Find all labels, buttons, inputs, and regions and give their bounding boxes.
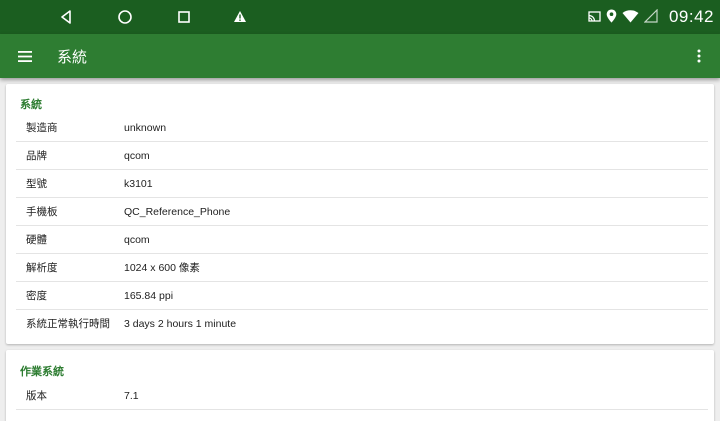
info-row-brand[interactable]: 品牌 qcom — [16, 142, 708, 170]
warning-icon — [228, 5, 252, 29]
info-row-board[interactable]: 手機板 QC_Reference_Phone — [16, 198, 708, 226]
row-value: 3 days 2 hours 1 minute — [124, 318, 237, 330]
section-title-os: 作業系統 — [20, 365, 64, 378]
page-title: 系統 — [57, 48, 88, 66]
row-value: qcom — [124, 150, 150, 162]
recents-icon[interactable] — [172, 5, 196, 29]
row-label: 製造商 — [26, 122, 58, 134]
wifi-icon — [622, 8, 639, 27]
row-label: 密度 — [26, 290, 47, 302]
status-bar: 09:42 — [0, 0, 720, 34]
row-label: 版本 — [26, 390, 47, 402]
os-section-card: 作業系統 版本 7.1 — [6, 350, 714, 421]
cast-icon — [588, 8, 601, 27]
info-row-density[interactable]: 密度 165.84 ppi — [16, 282, 708, 310]
row-value: unknown — [124, 122, 167, 134]
row-value: 7.1 — [124, 390, 139, 402]
row-value: QC_Reference_Phone — [124, 206, 231, 218]
app-bar: 系統 — [0, 34, 720, 78]
info-row-resolution[interactable]: 解析度 1024 x 600 像素 — [16, 254, 708, 282]
clock: 09:42 — [668, 7, 714, 26]
row-value: 165.84 ppi — [124, 290, 174, 302]
info-row-model[interactable]: 型號 k3101 — [16, 170, 708, 198]
row-label: 系統正常執行時間 — [26, 318, 110, 330]
home-icon[interactable] — [113, 5, 137, 29]
info-row-version[interactable]: 版本 7.1 — [16, 382, 708, 410]
info-row-uptime[interactable]: 系統正常執行時間 3 days 2 hours 1 minute — [16, 310, 708, 338]
system-section-card: 系統 製造商 unknown 品牌 qcom 型號 k3101 手機板 QC_R… — [6, 84, 714, 344]
hamburger-menu-icon[interactable] — [14, 45, 36, 67]
row-value: k3101 — [124, 178, 153, 190]
overflow-menu-icon[interactable] — [688, 45, 710, 67]
location-icon — [606, 8, 617, 27]
row-label: 解析度 — [26, 262, 58, 274]
row-value: qcom — [124, 234, 150, 246]
back-icon[interactable] — [54, 5, 78, 29]
row-label: 手機板 — [26, 206, 58, 218]
info-row-manufacturer[interactable]: 製造商 unknown — [16, 114, 708, 142]
row-label: 品牌 — [26, 150, 47, 162]
section-title-system: 系統 — [20, 98, 42, 111]
row-label: 硬體 — [26, 234, 47, 246]
info-row-hardware[interactable]: 硬體 qcom — [16, 226, 708, 254]
row-value: 1024 x 600 像素 — [124, 262, 200, 274]
signal-icon — [643, 8, 658, 27]
row-label: 型號 — [26, 178, 47, 190]
